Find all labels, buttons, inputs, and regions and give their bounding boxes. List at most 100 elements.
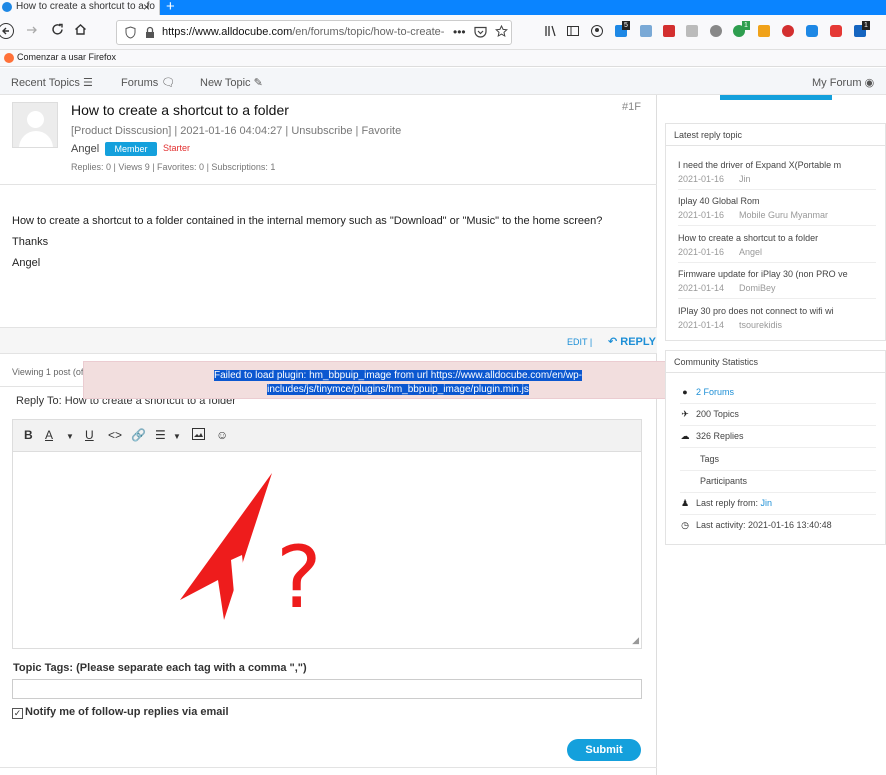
post-number[interactable]: #1F: [622, 101, 641, 113]
notify-checkbox[interactable]: ✓: [12, 708, 23, 719]
nav-forums[interactable]: Forums 🗨: [121, 76, 175, 89]
reload-icon: [52, 23, 63, 35]
browser-tab[interactable]: How to create a shortcut to a fo ×: [0, 0, 160, 15]
bold-icon[interactable]: B: [24, 428, 33, 442]
nav-my-forum[interactable]: My Forum ◉: [812, 76, 874, 89]
post-body-line: How to create a shortcut to a folder con…: [12, 215, 603, 227]
forward-button[interactable]: [26, 23, 38, 41]
divider: [680, 470, 876, 471]
tab-close-icon[interactable]: ×: [143, 0, 150, 14]
post-actions-bar: EDIT | ↶ REPLY: [0, 327, 657, 354]
forward-arrow-icon: [27, 26, 37, 34]
last-reply-label: Last reply from:: [696, 498, 759, 508]
edit-link[interactable]: EDIT |: [567, 337, 592, 347]
error-message: Failed to load plugin: hm_bbpuip_image f…: [84, 369, 712, 397]
lock-icon[interactable]: [145, 26, 155, 42]
new-tab-button[interactable]: +: [166, 0, 175, 15]
reply-link[interactable]: ↶ REPLY: [608, 335, 656, 348]
clock-extension-icon[interactable]: [710, 25, 722, 37]
divider: [680, 403, 876, 404]
forum-nav-bar: Recent Topics ☰ Forums 🗨 New Topic ✎ My …: [0, 68, 886, 95]
author-name[interactable]: Angel: [71, 143, 99, 155]
list-icon[interactable]: ☰: [155, 428, 166, 442]
home-button[interactable]: [74, 23, 87, 41]
my-forum-label: My Forum: [812, 77, 862, 89]
replies-icon: ☁: [680, 431, 690, 441]
avatar[interactable]: [12, 102, 58, 148]
post-meta[interactable]: [Product Disscusion] | 2021-01-16 04:04:…: [71, 125, 401, 137]
divider: [678, 262, 876, 263]
chat-extension-icon[interactable]: [806, 25, 818, 37]
divider: [0, 767, 657, 768]
member-badge: Member: [105, 142, 157, 156]
latest-reply-user[interactable]: Mobile Guru Myanmar: [739, 210, 828, 220]
site-favicon-icon: [2, 2, 12, 12]
underline-icon[interactable]: U: [85, 428, 94, 442]
reload-button[interactable]: [51, 23, 64, 41]
topic-tags-input[interactable]: [12, 679, 642, 699]
submit-button[interactable]: Submit: [567, 739, 641, 761]
emoji-icon[interactable]: ☺: [216, 428, 228, 442]
pdf-extension-icon[interactable]: [663, 25, 675, 37]
plugin-error-notification: Failed to load plugin: hm_bbpuip_image f…: [83, 361, 711, 399]
tab-title: How to create a shortcut to a fo: [16, 1, 155, 12]
stat-topics-label: Topics: [713, 409, 739, 419]
latest-reply-user[interactable]: Jin: [739, 174, 751, 184]
code-icon[interactable]: <>: [108, 428, 122, 442]
library-icon[interactable]: [545, 25, 557, 40]
download-extension-icon[interactable]: [686, 25, 698, 37]
url-host: https://www.alldocube.com: [162, 26, 293, 38]
starter-label: Starter: [163, 143, 191, 153]
post-stats: Replies: 0 | Views 9 | Favorites: 0 | Su…: [71, 162, 276, 172]
stat-last-activity: ◷ Last activity: 2021-01-16 13:40:48: [680, 520, 832, 530]
link-icon[interactable]: 🔗: [131, 428, 146, 442]
url-text[interactable]: https://www.alldocube.com/en/forums/topi…: [162, 26, 444, 38]
divider: [678, 225, 876, 226]
latest-reply-title[interactable]: Firmware update for iPlay 30 (non PRO ve: [678, 269, 848, 279]
back-arrow-icon: [0, 23, 14, 39]
gmail-extension-icon[interactable]: [782, 25, 794, 37]
image-icon[interactable]: [192, 428, 205, 443]
edit-icon: ✎: [253, 77, 263, 89]
stat-replies: ☁ 326 Replies: [680, 431, 744, 441]
latest-reply-user[interactable]: tsourekidis: [739, 320, 782, 330]
nav-recent-topics[interactable]: Recent Topics ☰: [11, 76, 93, 89]
last-reply-user[interactable]: Jin: [761, 498, 773, 508]
latest-reply-title[interactable]: IPlay 30 pro does not connect to wifi wi: [678, 306, 834, 316]
latest-reply-title[interactable]: Iplay 40 Global Rom: [678, 196, 760, 206]
divider: [678, 189, 876, 190]
back-button[interactable]: [0, 23, 14, 44]
stat-forums-num[interactable]: 2: [696, 387, 701, 397]
divider: [680, 514, 876, 515]
key-extension-icon[interactable]: [758, 25, 770, 37]
shield-icon[interactable]: [125, 26, 136, 42]
forums-label: Forums: [121, 77, 159, 89]
reply-editor[interactable]: ◢: [12, 451, 642, 649]
youtube-extension-icon[interactable]: [830, 25, 842, 37]
reply-label: REPLY: [620, 336, 656, 348]
resize-handle-icon[interactable]: ◢: [632, 635, 639, 646]
stat-forums-label[interactable]: Forums: [704, 387, 735, 397]
latest-reply-date: 2021-01-14: [678, 283, 725, 293]
chevron-down-icon[interactable]: ▼: [173, 430, 181, 444]
sidebar-toggle-icon[interactable]: [567, 25, 579, 40]
screenshot-extension-icon[interactable]: [640, 25, 652, 37]
latest-reply-user[interactable]: Angel: [739, 247, 762, 257]
latest-reply-user[interactable]: DomiBey: [739, 283, 776, 293]
latest-reply-date: 2021-01-16: [678, 174, 725, 184]
text-color-icon[interactable]: A: [45, 428, 53, 442]
bookmark-getting-started[interactable]: Comenzar a usar Firefox: [17, 52, 116, 62]
page-actions-icon[interactable]: •••: [453, 25, 466, 39]
notify-checkbox-row[interactable]: ✓ Notify me of follow-up replies via emai…: [12, 706, 229, 719]
url-bar[interactable]: https://www.alldocube.com/en/forums/topi…: [116, 20, 512, 45]
stat-tags-label: Tags: [700, 454, 720, 464]
account-icon[interactable]: [591, 25, 603, 40]
bookmark-star-icon[interactable]: [495, 24, 508, 41]
latest-reply-title[interactable]: How to create a shortcut to a folder: [678, 233, 818, 243]
topic-tags-label: Topic Tags: (Please separate each tag wi…: [13, 662, 307, 674]
chevron-down-icon[interactable]: ▼: [66, 430, 74, 444]
nav-new-topic[interactable]: New Topic ✎: [200, 76, 263, 89]
new-topic-label: New Topic: [200, 77, 251, 89]
pocket-icon[interactable]: [474, 26, 487, 41]
latest-reply-title[interactable]: I need the driver of Expand X(Portable m: [678, 160, 841, 170]
